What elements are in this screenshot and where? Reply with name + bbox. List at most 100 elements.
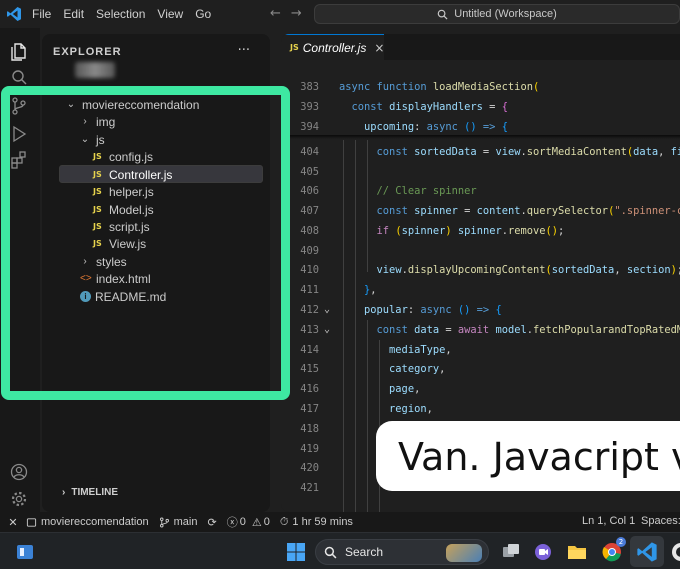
status-cursor[interactable]: Ln 1, Col 1 bbox=[582, 515, 635, 527]
line-number: 405 bbox=[300, 166, 319, 178]
line-number: 418 bbox=[300, 423, 319, 435]
code-text: }, bbox=[364, 284, 377, 296]
file-explorer-icon[interactable] bbox=[566, 541, 588, 563]
error-icon: ⓧ bbox=[226, 517, 238, 529]
tab-label: Controller.js bbox=[302, 40, 367, 55]
menu-selection[interactable]: Selection bbox=[96, 7, 145, 21]
line-number: 407 bbox=[300, 205, 319, 217]
line-number: 414 bbox=[300, 344, 319, 356]
code-text: const spinner = content.querySelector(".… bbox=[376, 205, 680, 217]
code-text: category, bbox=[339, 363, 446, 375]
menu-file[interactable]: File bbox=[32, 7, 51, 21]
line-number: 383 bbox=[300, 81, 319, 93]
taskbar-search[interactable]: Search bbox=[315, 539, 489, 565]
code-line[interactable]: 411 }, bbox=[281, 280, 680, 300]
status-time[interactable]: ⏱ 1 hr 59 mins bbox=[280, 516, 353, 529]
status-spaces[interactable]: Spaces: 2 bbox=[641, 515, 680, 527]
status-time-label: 1 hr 59 mins bbox=[292, 516, 353, 528]
code-text: region, bbox=[339, 403, 433, 415]
fold-chevron-icon[interactable]: ⌄ bbox=[324, 300, 330, 320]
more-actions-icon[interactable]: ··· bbox=[238, 43, 250, 58]
timeline-section[interactable]: › TIMELINE bbox=[62, 487, 118, 498]
fold-chevron-icon[interactable]: ⌄ bbox=[324, 320, 330, 340]
code-line[interactable]: 406 // Clear spinner bbox=[281, 181, 680, 201]
taskbar-search-label: Search bbox=[345, 545, 384, 559]
code-line[interactable]: 410 view.displayUpcomingContent(sortedDa… bbox=[281, 260, 680, 280]
code-line[interactable]: 383 async function loadMediaSection( bbox=[281, 77, 680, 97]
code-line[interactable]: 407 const spinner = content.querySelecto… bbox=[281, 201, 680, 221]
status-project[interactable]: moviereccomendation bbox=[26, 516, 149, 528]
code-line[interactable]: 405 bbox=[281, 162, 680, 182]
search-icon bbox=[324, 546, 337, 558]
line-number: 409 bbox=[300, 245, 319, 257]
code-text: async function loadMediaSection( bbox=[339, 81, 540, 93]
line-number: 421 bbox=[300, 482, 319, 494]
menu-edit[interactable]: Edit bbox=[63, 7, 84, 21]
windows-taskbar: Search 2 bbox=[0, 532, 680, 569]
notification-badge: 2 bbox=[616, 537, 626, 547]
chevron-right-icon: › bbox=[62, 487, 66, 498]
code-line[interactable]: 404 const sortedData = view.sortMediaCon… bbox=[281, 142, 680, 162]
line-number: 412 bbox=[300, 304, 319, 316]
explorer-title: EXPLORER bbox=[53, 46, 122, 58]
title-bar: File Edit Selection View Go ←→ Untitled … bbox=[0, 0, 680, 28]
code-text: // Clear spinner bbox=[339, 185, 477, 197]
status-branch-label: main bbox=[173, 516, 198, 528]
teams-icon[interactable] bbox=[532, 541, 554, 563]
status-branch[interactable]: main bbox=[159, 516, 198, 528]
code-line[interactable]: 414 mediaType, bbox=[281, 340, 680, 360]
search-icon bbox=[437, 9, 448, 20]
tab-strip bbox=[384, 34, 680, 60]
code-line[interactable]: 415 category, bbox=[281, 359, 680, 379]
video-caption: Van. Javacript v bbox=[376, 421, 680, 491]
menu-view[interactable]: View bbox=[157, 7, 183, 21]
code-text: upcoming: async () => { bbox=[364, 121, 508, 133]
timeline-label: TIMELINE bbox=[71, 487, 119, 498]
error-count: 0 bbox=[239, 516, 246, 528]
menu-go[interactable]: Go bbox=[195, 7, 211, 21]
line-number: 417 bbox=[300, 403, 319, 415]
account-icon[interactable] bbox=[9, 462, 29, 482]
command-center-label: Untitled (Workspace) bbox=[454, 8, 557, 20]
code-line[interactable]: 416 page, bbox=[281, 379, 680, 399]
warning-icon: ⚠ bbox=[251, 516, 262, 529]
status-project-label: moviereccomendation bbox=[41, 516, 149, 528]
search-icon[interactable] bbox=[9, 68, 29, 88]
code-line[interactable]: 412 ⌄ popular: async () => { bbox=[281, 300, 680, 320]
status-bar: ✕ moviereccomendation main ⟳ ⓧ 0 ⚠ 0 ⏱ 1 hr… bbox=[0, 512, 680, 532]
widgets-icon[interactable] bbox=[14, 541, 36, 563]
command-center[interactable]: Untitled (Workspace) bbox=[314, 4, 680, 24]
code-line[interactable]: 417 region, bbox=[281, 399, 680, 419]
line-number: 419 bbox=[300, 443, 319, 455]
warning-count: 0 bbox=[263, 516, 270, 528]
clock-icon: ⏱ bbox=[279, 515, 289, 528]
line-number: 410 bbox=[300, 264, 319, 276]
code-line[interactable]: 409 bbox=[281, 241, 680, 261]
tab-controller-js[interactable]: JS Controller.js × bbox=[281, 34, 384, 60]
status-problems[interactable]: ⓧ 0 ⚠ 0 bbox=[227, 514, 270, 530]
github-icon[interactable] bbox=[670, 541, 680, 563]
nav-arrows: ←→ bbox=[270, 6, 312, 21]
code-text: view.displayUpcomingContent(sortedData, … bbox=[376, 264, 680, 276]
windows-start-icon[interactable] bbox=[285, 541, 307, 563]
sync-icon[interactable]: ⟳ bbox=[207, 516, 216, 529]
line-number: 408 bbox=[300, 225, 319, 237]
remote-icon[interactable]: ✕ bbox=[0, 516, 26, 529]
search-highlight-image bbox=[446, 544, 482, 562]
code-line[interactable]: 408 if (spinner) spinner.remove(); bbox=[281, 221, 680, 241]
code-line[interactable]: 413 ⌄ const data = await model.fetchPopul… bbox=[281, 320, 680, 340]
vscode-taskbar-icon[interactable] bbox=[636, 541, 658, 563]
vscode-logo-icon[interactable] bbox=[6, 6, 22, 22]
back-arrow-icon[interactable]: ← bbox=[270, 6, 291, 21]
task-view-icon[interactable] bbox=[500, 541, 522, 563]
code-line[interactable]: 394 upcoming: async () => { bbox=[281, 117, 680, 137]
branch-icon bbox=[159, 517, 169, 527]
code-line[interactable]: 393 const displayHandlers = { bbox=[281, 97, 680, 117]
settings-gear-icon[interactable] bbox=[9, 489, 29, 509]
files-icon[interactable] bbox=[9, 42, 29, 62]
close-icon[interactable]: × bbox=[374, 41, 384, 55]
forward-arrow-icon[interactable]: → bbox=[291, 6, 312, 21]
line-number: 411 bbox=[300, 284, 319, 296]
folder-icon bbox=[26, 517, 37, 527]
code-text: if (spinner) spinner.remove(); bbox=[376, 225, 565, 237]
